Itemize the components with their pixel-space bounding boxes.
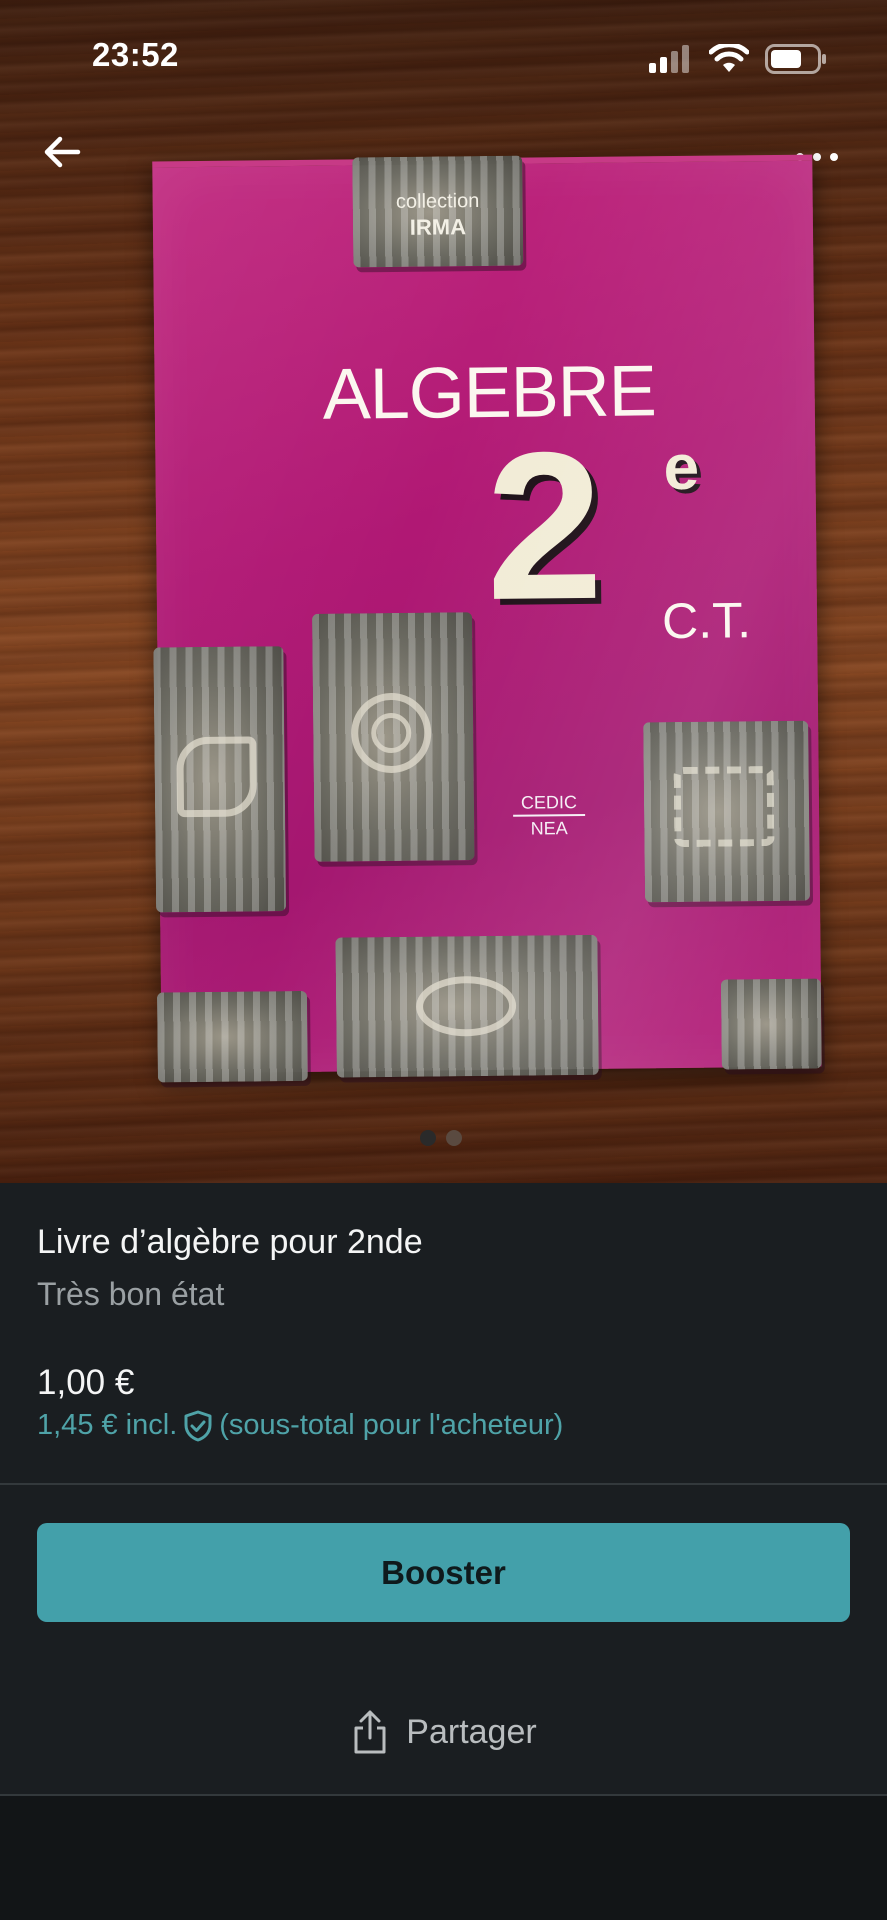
cover-tile-bottom-right [720, 978, 822, 1070]
back-button[interactable] [38, 128, 86, 176]
publisher: CEDIC NEA [509, 791, 589, 840]
arrow-left-icon [44, 136, 81, 168]
battery-icon [765, 44, 826, 74]
item-details: Livre d’algèbre pour 2nde Très bon état … [0, 1183, 887, 1920]
publisher-line2: NEA [530, 818, 568, 839]
buyer-total[interactable]: 1,45 € incl. (sous-total pour l'acheteur… [37, 1409, 563, 1442]
book-grade-suffix: C.T. [661, 592, 752, 650]
wifi-icon [709, 44, 749, 72]
book-grade: 2 [484, 407, 605, 644]
item-title: Livre d’algèbre pour 2nde [37, 1223, 423, 1261]
boost-button[interactable]: Booster [37, 1523, 850, 1622]
series-line2: IRMA [409, 214, 467, 240]
item-condition: Très bon état [37, 1276, 225, 1312]
buyer-total-note: (sous-total pour l'acheteur) [219, 1409, 564, 1441]
share-label: Partager [406, 1712, 537, 1751]
cover-tile-spiral [311, 612, 475, 862]
cellular-signal-icon [649, 45, 689, 73]
more-horizontal-icon-dot [813, 153, 821, 161]
status-icons [649, 44, 827, 74]
book-grade-superscript: e [663, 430, 700, 504]
cover-tile-bottom [335, 934, 599, 1078]
shield-check-icon [184, 1410, 212, 1441]
book-cover: collection IRMA ALGEBRE 2 e C.T. CEDIC N… [152, 154, 822, 1083]
share-button[interactable]: Partager [0, 1702, 887, 1762]
buyer-total-amount: 1,45 € incl. [37, 1409, 178, 1441]
cover-tile-right [643, 720, 811, 903]
status-time: 23:52 [92, 36, 179, 73]
listing-photo[interactable]: 23:52 collection IRMA ALGEBRE 2 e C.T. C… [0, 0, 887, 1183]
series-line1: collection [395, 190, 480, 213]
photo-pagination [420, 1130, 462, 1146]
cover-tile-left [153, 646, 287, 913]
cover-tile-bottom-left [156, 990, 308, 1083]
cover-tile-top: collection IRMA [352, 155, 524, 268]
pagination-dot-active[interactable] [420, 1130, 436, 1146]
divider [0, 1483, 887, 1485]
item-price: 1,00 € [37, 1363, 135, 1402]
publisher-line1: CEDIC [520, 792, 578, 813]
more-horizontal-icon-dot [830, 153, 838, 161]
share-icon [354, 1710, 386, 1754]
publisher-divider [513, 813, 586, 817]
pagination-dot[interactable] [446, 1130, 462, 1146]
bottom-bar [0, 1796, 887, 1920]
